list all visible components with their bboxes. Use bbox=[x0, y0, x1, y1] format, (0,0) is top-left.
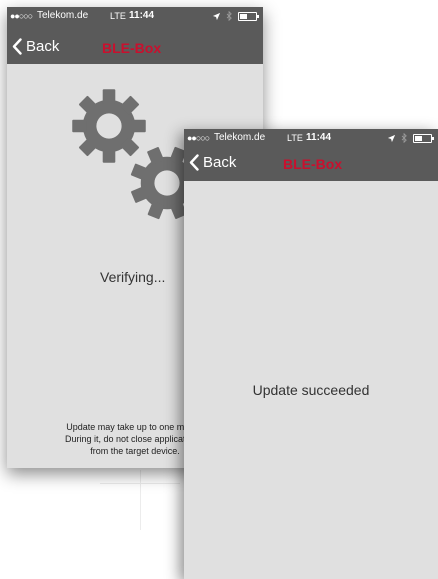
carrier-name: Telekom.de bbox=[37, 10, 89, 21]
bluetooth-icon bbox=[401, 133, 407, 143]
bluetooth-icon bbox=[226, 11, 232, 21]
status-icons bbox=[387, 133, 434, 143]
success-screen: ●●○○○ Telekom.de LTE 11:44 Back BLE-Box … bbox=[184, 129, 438, 579]
signal-strength: ●●○○○ bbox=[187, 133, 210, 143]
background-line bbox=[140, 470, 141, 530]
location-arrow-icon bbox=[212, 12, 221, 20]
back-button[interactable]: Back bbox=[189, 154, 236, 171]
nav-header: ●●○○○ Telekom.de LTE 11:44 Back BLE-Box bbox=[7, 7, 263, 64]
battery-icon bbox=[238, 11, 259, 21]
back-button-label: Back bbox=[203, 154, 237, 171]
back-button[interactable]: Back bbox=[12, 38, 59, 55]
status-bar: ●●○○○ Telekom.de LTE 11:44 bbox=[7, 7, 263, 25]
back-button-label: Back bbox=[26, 38, 60, 55]
back-chevron-icon bbox=[12, 38, 22, 55]
battery-icon bbox=[413, 133, 434, 143]
signal-strength: ●●○○○ bbox=[10, 11, 33, 21]
carrier-name: Telekom.de bbox=[214, 132, 266, 143]
network-type: LTE bbox=[287, 133, 303, 143]
network-type: LTE bbox=[110, 11, 126, 21]
success-status: Update succeeded bbox=[252, 382, 370, 398]
status-bar: ●●○○○ Telekom.de LTE 11:44 bbox=[184, 129, 438, 147]
app-title: BLE-Box bbox=[283, 156, 343, 172]
clock-time: 11:44 bbox=[129, 10, 155, 21]
back-chevron-icon bbox=[189, 154, 199, 171]
verifying-status: Verifying... bbox=[100, 269, 166, 285]
location-arrow-icon bbox=[387, 134, 396, 142]
app-title: BLE-Box bbox=[102, 40, 162, 56]
clock-time: 11:44 bbox=[306, 132, 332, 143]
status-icons bbox=[212, 11, 259, 21]
stage: ●●○○○ Telekom.de LTE 11:44 Back BLE-Box … bbox=[0, 0, 438, 579]
nav-header: ●●○○○ Telekom.de LTE 11:44 Back BLE-Box bbox=[184, 129, 438, 181]
gear-icon bbox=[72, 89, 204, 223]
